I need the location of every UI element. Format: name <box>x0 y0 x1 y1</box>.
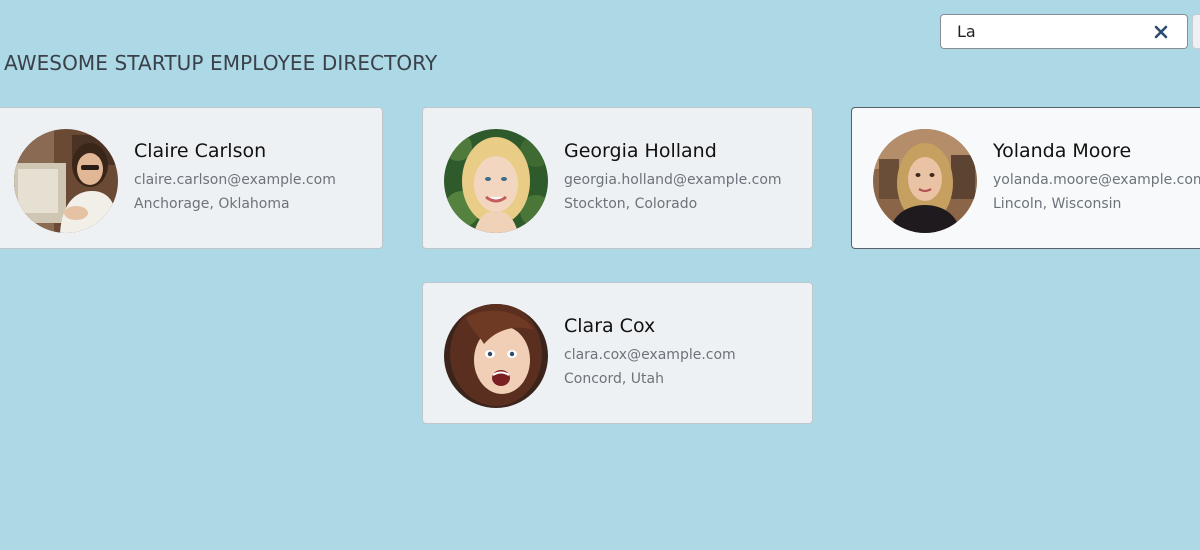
close-icon <box>1154 25 1168 39</box>
employee-email: yolanda.moore@example.com <box>993 172 1200 188</box>
clear-search-button[interactable] <box>1153 24 1169 40</box>
employee-card[interactable]: Georgia Holland georgia.holland@example.… <box>422 107 813 249</box>
employee-location: Lincoln, Wisconsin <box>993 196 1122 212</box>
employee-email: georgia.holland@example.com <box>564 172 782 188</box>
employee-photo <box>14 129 118 233</box>
search-box <box>940 14 1188 49</box>
employee-avatar <box>444 129 548 233</box>
employee-avatar <box>444 304 548 408</box>
employee-card[interactable]: Claire Carlson claire.carlson@example.co… <box>0 107 383 249</box>
employee-card[interactable]: Yolanda Moore yolanda.moore@example.com … <box>851 107 1200 249</box>
search-input[interactable] <box>941 15 1157 48</box>
page-title: AWESOME STARTUP EMPLOYEE DIRECTORY <box>4 51 438 75</box>
employee-photo <box>444 129 548 233</box>
employee-name: Claire Carlson <box>134 140 267 162</box>
employee-name: Clara Cox <box>564 315 656 337</box>
employee-card[interactable]: Clara Cox clara.cox@example.com Concord,… <box>422 282 813 424</box>
employee-name: Georgia Holland <box>564 140 717 162</box>
employee-email: clara.cox@example.com <box>564 347 736 363</box>
employee-avatar <box>873 129 977 233</box>
search-submit-button[interactable] <box>1192 14 1200 49</box>
employee-email: claire.carlson@example.com <box>134 172 336 188</box>
employee-location: Concord, Utah <box>564 371 664 387</box>
employee-location: Anchorage, Oklahoma <box>134 196 290 212</box>
employee-name: Yolanda Moore <box>993 140 1132 162</box>
employee-photo <box>873 129 977 233</box>
employee-location: Stockton, Colorado <box>564 196 698 212</box>
employee-photo <box>444 304 548 408</box>
employee-avatar <box>14 129 118 233</box>
